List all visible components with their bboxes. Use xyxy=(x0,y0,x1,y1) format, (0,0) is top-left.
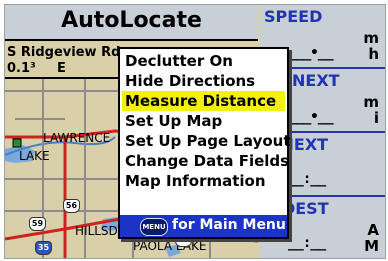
field-value: ___•__ xyxy=(288,45,334,61)
field-label: SPEED xyxy=(264,7,323,26)
field-value: __:__ xyxy=(288,171,326,187)
page-title: AutoLocate xyxy=(61,8,202,33)
menu-item-set-up-page-layout[interactable]: Set Up Page Layout xyxy=(122,131,291,151)
city-marker xyxy=(12,138,22,148)
menu-item-set-up-map[interactable]: Set Up Map xyxy=(122,111,285,131)
street-name: S Ridgeview Rd xyxy=(7,45,121,60)
menu-item-map-information[interactable]: Map Information xyxy=(122,171,285,191)
interstate-shield: 35 xyxy=(35,241,52,255)
menu-footer: MENU for Main Menu xyxy=(120,215,287,237)
map-label-lawrence: LAWRENCE xyxy=(43,131,111,145)
menu-footer-text: for Main Menu xyxy=(172,217,286,233)
field-unit-bottom: M xyxy=(364,237,379,255)
us-highway-shield: 59 xyxy=(29,217,46,231)
menu-item-declutter[interactable]: Declutter On xyxy=(122,51,285,71)
field-unit-bottom: h xyxy=(368,45,379,63)
menu-button-icon[interactable]: MENU xyxy=(140,218,168,236)
field-unit-top: m xyxy=(363,29,379,47)
state-highway-shield: 56 xyxy=(63,199,80,213)
title-bar: AutoLocate xyxy=(5,5,258,41)
field-unit-top: A xyxy=(367,221,379,239)
menu-item-hide-directions[interactable]: Hide Directions xyxy=(122,71,285,91)
field-unit-bottom: i xyxy=(373,109,379,127)
gps-screen: AutoLocate S Ridgeview Rd 0.1³ E LAWRENC… xyxy=(4,4,386,259)
street-distance: 0.1³ xyxy=(7,61,36,76)
map-label-lake: LAKE xyxy=(19,149,50,163)
field-value: __:__ xyxy=(288,235,326,251)
field-value: ___•__ xyxy=(288,109,334,125)
options-menu: Declutter On Hide Directions Measure Dis… xyxy=(118,47,291,239)
street-direction: E xyxy=(57,61,66,76)
field-unit-top: m xyxy=(363,93,379,111)
map-label-paola-lake: PAOLA LAKE xyxy=(133,239,207,253)
menu-item-change-data-fields[interactable]: Change Data Fields xyxy=(122,151,289,171)
menu-item-measure-distance[interactable]: Measure Distance xyxy=(122,91,285,111)
